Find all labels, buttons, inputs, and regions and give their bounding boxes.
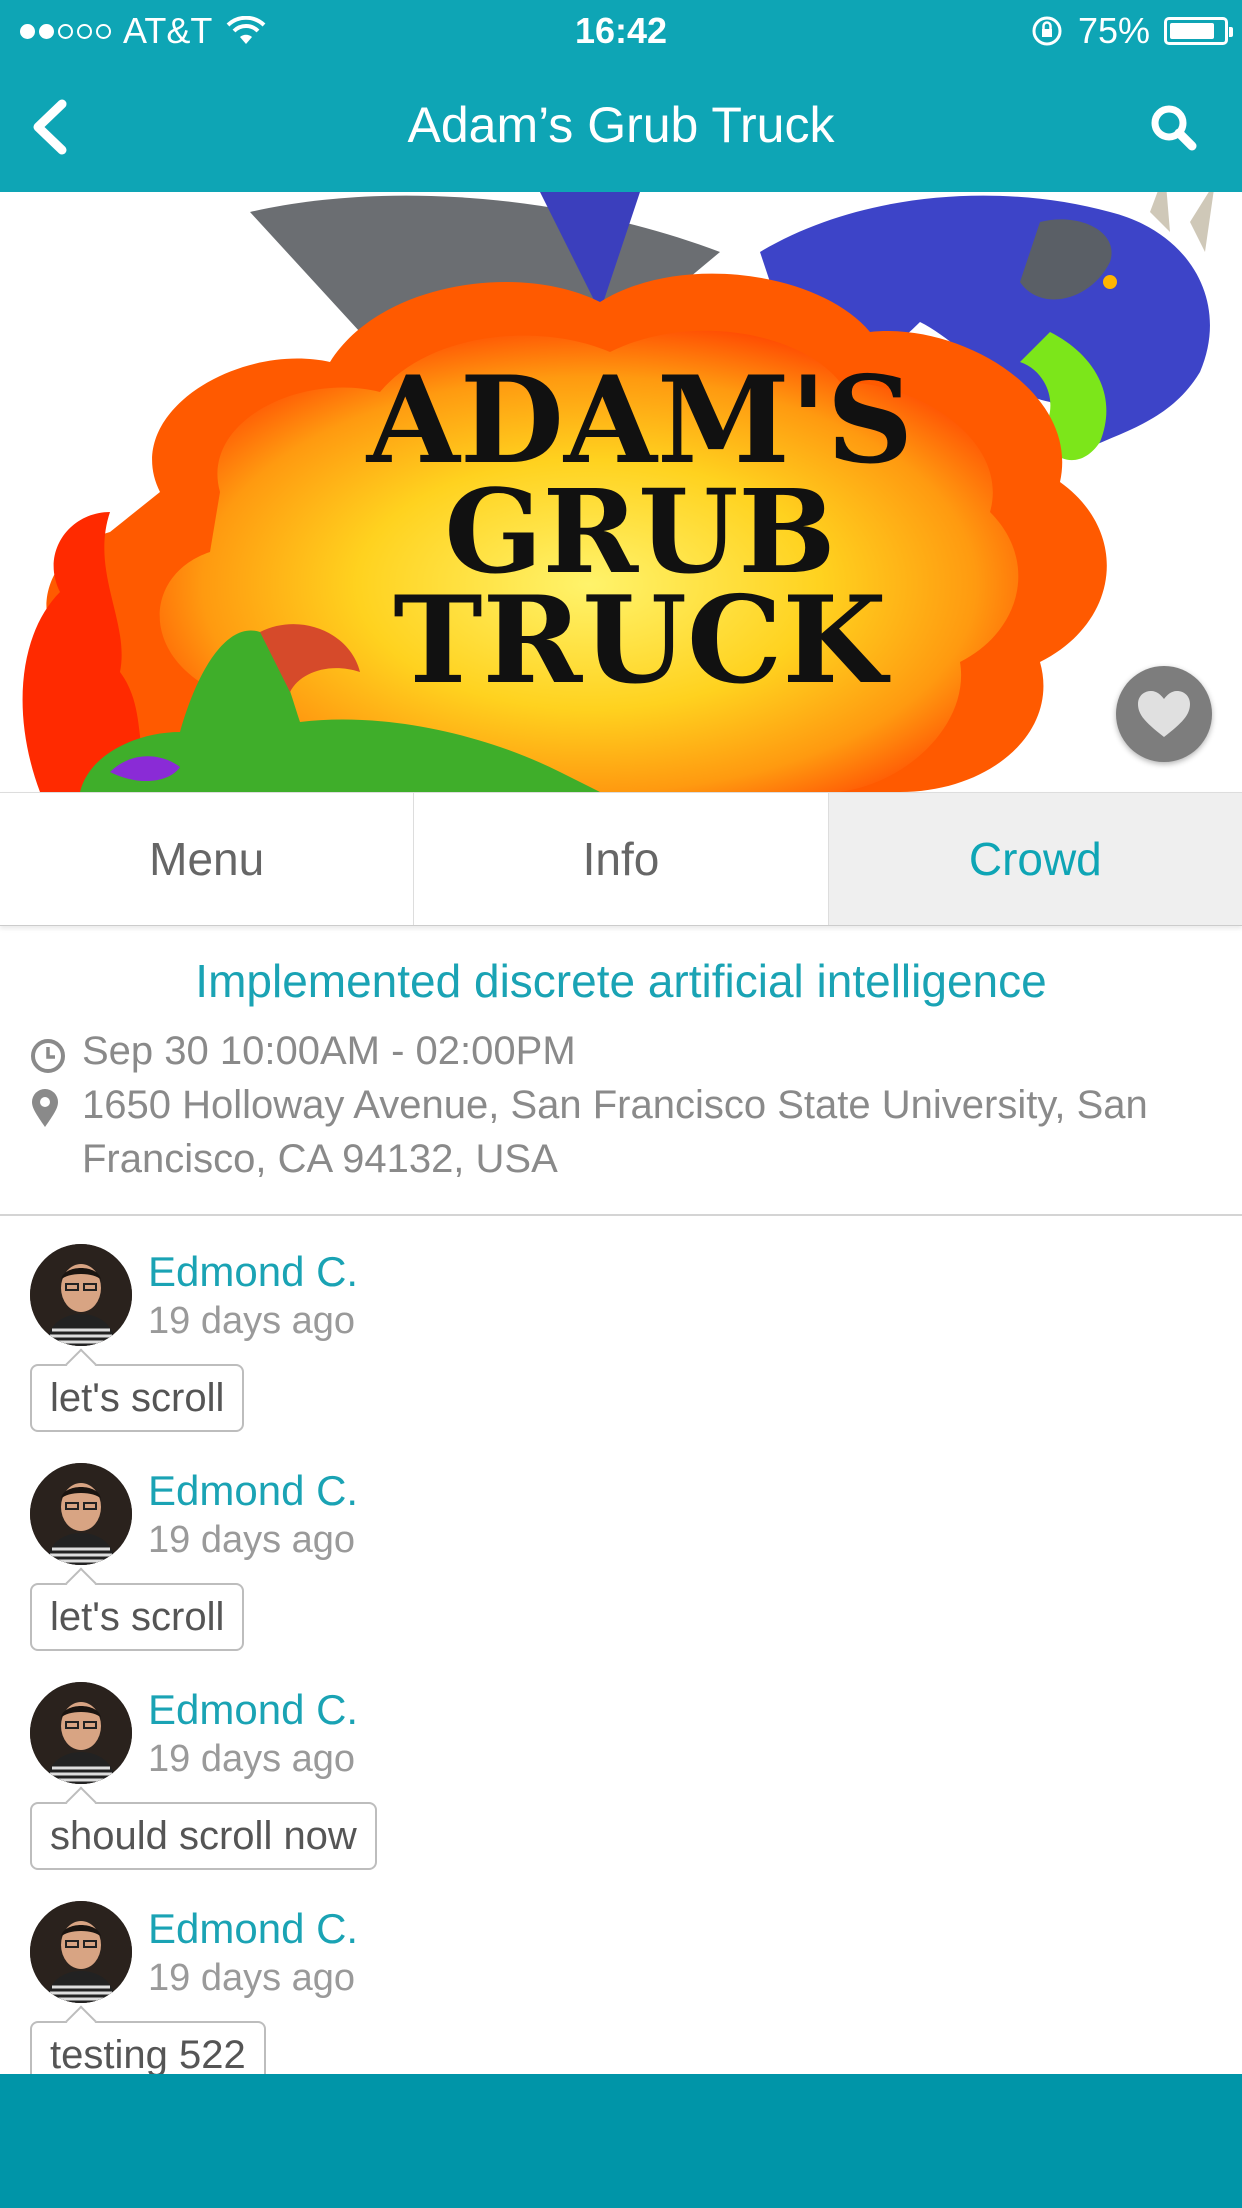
post-author[interactable]: Edmond C. [148, 1248, 358, 1296]
search-icon[interactable] [1146, 100, 1202, 156]
section-tabs: Menu Info Crowd [0, 792, 1242, 926]
post-message: should scroll now [30, 1802, 377, 1870]
tab-menu[interactable]: Menu [0, 793, 415, 925]
post-author[interactable]: Edmond C. [148, 1467, 358, 1515]
post-time: 19 days ago [148, 1300, 356, 1342]
post-time: 19 days ago [148, 1957, 356, 1999]
event-title: Implemented discrete artificial intellig… [195, 955, 1047, 1007]
logo-artwork: ADAM'S GRUB TRUCK [22, 192, 1214, 792]
avatar[interactable] [30, 1682, 132, 1784]
avatar[interactable] [30, 1901, 132, 2003]
status-right: 75% [1030, 10, 1233, 52]
favorite-button[interactable] [1116, 666, 1212, 762]
tab-crowd[interactable]: Crowd [828, 793, 1242, 925]
bottom-bar [0, 2074, 1242, 2208]
post-time: 19 days ago [148, 1519, 356, 1561]
status-bar: AT&T 16:42 75% [0, 0, 1242, 62]
logo-text-line-3: TRUCK [393, 570, 890, 711]
truck-logo-image: ADAM'S GRUB TRUCK [0, 192, 1242, 792]
heart-icon [1138, 691, 1190, 737]
page-title: Adam’s Grub Truck [407, 97, 835, 153]
location-pin-icon [30, 1078, 82, 1186]
navigation-bar: Adam’s Grub Truck [0, 62, 1242, 192]
tab-info[interactable]: Info [414, 793, 829, 925]
post-message: let's scroll [30, 1583, 245, 1651]
post-author[interactable]: Edmond C. [148, 1905, 358, 1953]
avatar[interactable] [30, 1244, 132, 1346]
post-message: testing 522 [30, 2021, 266, 2074]
rotation-lock-icon [1032, 16, 1062, 46]
post-message: let's scroll [30, 1364, 245, 1432]
post-author[interactable]: Edmond C. [148, 1686, 358, 1734]
battery-percent: 75% [1077, 10, 1150, 51]
event-details: Implemented discrete artificial intellig… [0, 924, 1242, 1216]
event-address: 1650 Holloway Avenue, San Francisco Stat… [82, 1083, 1148, 1181]
crowd-feed[interactable]: Edmond C. 19 days ago let's scroll Edmon… [0, 1216, 1242, 2074]
post-time: 19 days ago [148, 1738, 356, 1780]
battery-icon [1164, 17, 1233, 45]
event-address-row: 1650 Holloway Avenue, San Francisco Stat… [30, 1078, 1222, 1186]
avatar[interactable] [30, 1463, 132, 1565]
